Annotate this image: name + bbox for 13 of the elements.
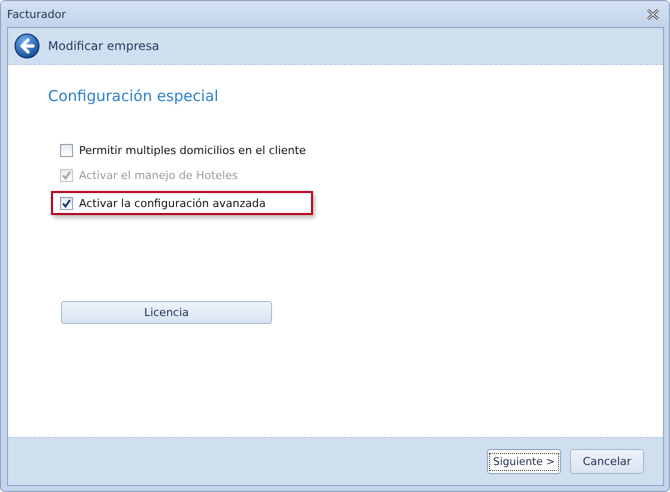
next-button[interactable]: Siguiente > (487, 449, 561, 474)
checkbox[interactable] (60, 144, 73, 156)
cancel-button[interactable]: Cancelar (570, 449, 644, 474)
checkbox[interactable] (60, 196, 73, 210)
close-icon[interactable] (647, 8, 659, 20)
section-title: Configuración especial (48, 87, 218, 105)
checkbox-label: Activar la configuración avanzada (79, 196, 266, 210)
back-icon[interactable] (14, 33, 40, 59)
checkbox-label: Permitir multiples domicilios en el cliente (79, 144, 306, 156)
page-title: Modificar empresa (48, 39, 160, 53)
window-title: Facturador (7, 8, 66, 20)
checkbox-label: Activar el manejo de Hoteles (79, 168, 238, 182)
license-button[interactable]: Licencia (61, 301, 272, 324)
